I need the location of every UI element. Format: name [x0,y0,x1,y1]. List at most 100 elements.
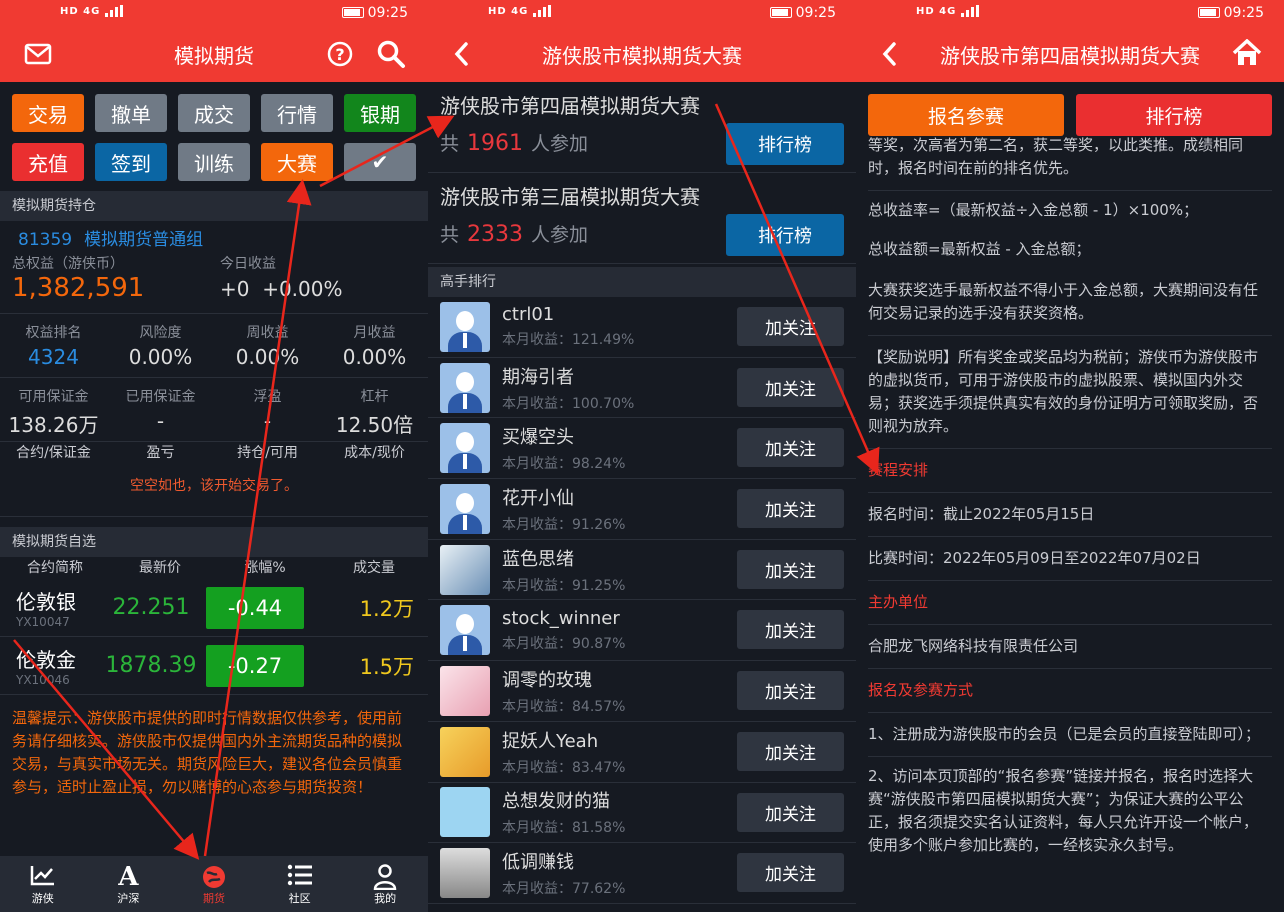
col-header: 最新价 [139,560,181,576]
default-avatar-icon [440,362,490,413]
tab-label: 社区 [288,892,311,905]
tab-label: 期货 [202,892,225,905]
rules-paragraph: 总收益率=（最新权益÷入金总额 - 1）×100%； [868,201,1199,219]
globe-icon [171,864,257,890]
trade-button[interactable]: 交易 [12,94,84,132]
col-header: 盈亏 [146,445,175,461]
default-avatar-icon [440,483,490,534]
page-title: 模拟期货 [174,44,254,68]
follow-button[interactable]: 加关注 [737,671,844,711]
tab-youxia[interactable]: 游侠 [0,856,86,912]
monthly-gain: 本月收益：84.57% [502,698,626,715]
stat-avail-margin: 可用保证金 138.26万 [0,386,107,441]
trader-row[interactable]: 低调赚钱 本月收益：77.62% 加关注 [428,843,856,904]
training-button[interactable]: 训练 [178,143,250,181]
trader-row[interactable]: ctrl01 本月收益：121.49% 加关注 [428,297,856,358]
trader-row[interactable]: stock_winner 本月收益：90.87% 加关注 [428,600,856,662]
monthly-gain: 本月收益：98.24% [502,456,626,473]
back-arrow-icon[interactable] [452,41,472,67]
stat-label: 已用保证金 [125,389,196,405]
monthly-gain: 本月收益：81.58% [502,820,626,837]
today-gain-label: 今日收益 [220,256,276,272]
follow-button[interactable]: 加关注 [737,792,844,832]
default-avatar-icon [440,423,490,474]
tab-futures[interactable]: 期货 [171,856,257,912]
follow-button[interactable]: 加关注 [737,489,844,529]
action-button-grid: 交易 撤单 成交 行情 银期 充值 签到 训练 大赛 ✔ [0,82,428,191]
volume: 1.2万 [359,596,414,621]
leaderboard-button[interactable]: 排行榜 [726,123,844,165]
participants-suffix: 人参加 [531,133,589,155]
watchlist-section-header: 模拟期货自选 [0,527,428,557]
stat-label: 风险度 [139,325,182,341]
watchlist-row[interactable]: 伦敦金 YX10046 1878.39 -0.27 1.5万 [0,637,428,695]
status-bar: HD 4G 09:25 [856,0,1284,27]
help-icon[interactable]: ? [326,40,354,68]
check-button[interactable]: ✔ [344,143,416,181]
signal-indicator: HD 4G [60,5,123,17]
follow-button[interactable]: 加关注 [737,367,844,407]
account-info[interactable]: 81359 模拟期货普通组 [0,221,428,253]
tab-me[interactable]: 我的 [342,856,428,912]
contest-card[interactable]: 游侠股市第四届模拟期货大赛 共 1961 人参加 排行榜 [428,82,856,173]
trader-row[interactable]: 捉妖人Yeah 本月收益：83.47% 加关注 [428,722,856,783]
search-icon[interactable] [376,39,406,69]
clock: 09:25 [367,5,408,21]
today-gain-pct: +0.00% [262,277,343,301]
trader-row[interactable]: 期海引者 本月收益：100.70% 加关注 [428,358,856,419]
follow-button[interactable]: 加关注 [737,610,844,650]
trader-row[interactable]: 花开小仙 本月收益：91.26% 加关注 [428,479,856,540]
follow-button[interactable]: 加关注 [737,428,844,468]
yellow-avatar [440,726,490,777]
tab-community[interactable]: 社区 [257,856,343,912]
stat-label: 月收益 [353,325,396,341]
today-gain-value: +0 [220,277,250,301]
participant-count: 2333 [467,222,524,247]
monthly-gain: 本月收益：100.70% [502,395,635,412]
leaderboard-button[interactable]: 排行榜 [726,214,844,256]
volume: 1.5万 [359,654,414,679]
svg-text:?: ? [335,45,344,64]
app-header: 游侠股市第四届模拟期货大赛 [856,27,1284,82]
follow-button[interactable]: 加关注 [737,853,844,893]
default-avatar-icon [440,605,490,656]
col-header: 持仓/可用 [237,445,298,461]
trader-row[interactable]: 买爆空头 本月收益：98.24% 加关注 [428,418,856,480]
bank-futures-button[interactable]: 银期 [344,94,416,132]
signal-bars-icon [532,5,551,17]
trader-name: 花开小仙 [502,487,574,509]
trader-row[interactable]: 调零的玫瑰 本月收益：84.57% 加关注 [428,661,856,722]
contest-button[interactable]: 大赛 [261,143,333,181]
monthly-gain: 本月收益：121.49% [502,332,635,349]
watchlist-row[interactable]: 伦敦银 YX10047 22.251 -0.44 1.2万 [0,579,428,637]
monthly-gain: 本月收益：83.47% [502,759,626,776]
tab-hushen[interactable]: A 沪深 [86,856,172,912]
signal-text: HD 4G [60,6,101,17]
follow-button[interactable]: 加关注 [737,731,844,771]
stat-value: 0.00% [342,345,407,369]
cancel-order-button[interactable]: 撤单 [95,94,167,132]
top-traders-header: 高手排行 [428,267,856,297]
participants-suffix: 人参加 [531,224,589,246]
stat-rank: 权益排名 4324 [0,322,107,377]
app-header: 模拟期货 ? [0,27,428,82]
positions-header: 合约/保证金 盈亏 持仓/可用 成本/现价 [0,441,428,463]
mail-icon[interactable] [24,41,52,67]
participants-prefix: 共 [440,133,460,155]
trader-row[interactable]: 蓝色思绪 本月收益：91.25% 加关注 [428,540,856,601]
home-icon[interactable] [1232,39,1262,67]
total-equity-value: 1,382,591 [12,273,145,303]
checkin-button[interactable]: 签到 [95,143,167,181]
recharge-button[interactable]: 充值 [12,143,84,181]
filled-orders-button[interactable]: 成交 [178,94,250,132]
back-arrow-icon[interactable] [880,41,900,67]
contest-card[interactable]: 游侠股市第三届模拟期货大赛 共 2333 人参加 排行榜 [428,173,856,264]
follow-button[interactable]: 加关注 [737,307,844,346]
account-id: 81359 [18,230,73,250]
trader-row[interactable]: 总想发财的猫 本月收益：81.58% 加关注 [428,783,856,844]
signup-button[interactable]: 报名参赛 [868,94,1064,136]
col-header: 合约/保证金 [16,445,91,461]
leaderboard-button[interactable]: 排行榜 [1076,94,1272,136]
follow-button[interactable]: 加关注 [737,549,844,589]
quotes-button[interactable]: 行情 [261,94,333,132]
